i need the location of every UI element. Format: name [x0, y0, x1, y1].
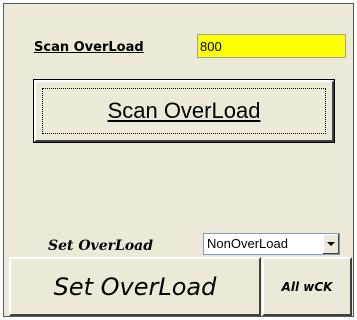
set-overload-label: Set OverLoad [48, 238, 154, 254]
scan-overload-button[interactable]: Scan OverLoad [33, 79, 335, 143]
all-wck-button[interactable]: All wCK [262, 257, 352, 316]
set-overload-button-label: Set OverLoad [53, 272, 217, 301]
scan-overload-button-label: Scan OverLoad [107, 98, 261, 123]
overload-panel: Scan OverLoad Scan OverLoad Set OverLoad… [3, 3, 354, 317]
all-wck-button-label: All wCK [281, 279, 333, 294]
scan-overload-label: Scan OverLoad [34, 40, 144, 55]
overload-mode-selected-value: NonOverLoad [207, 236, 288, 251]
set-overload-button[interactable]: Set OverLoad [9, 257, 261, 316]
scan-overload-value-input[interactable] [197, 34, 346, 58]
overload-mode-select[interactable]: NonOverLoad [203, 233, 340, 255]
chevron-down-icon[interactable] [322, 234, 339, 254]
